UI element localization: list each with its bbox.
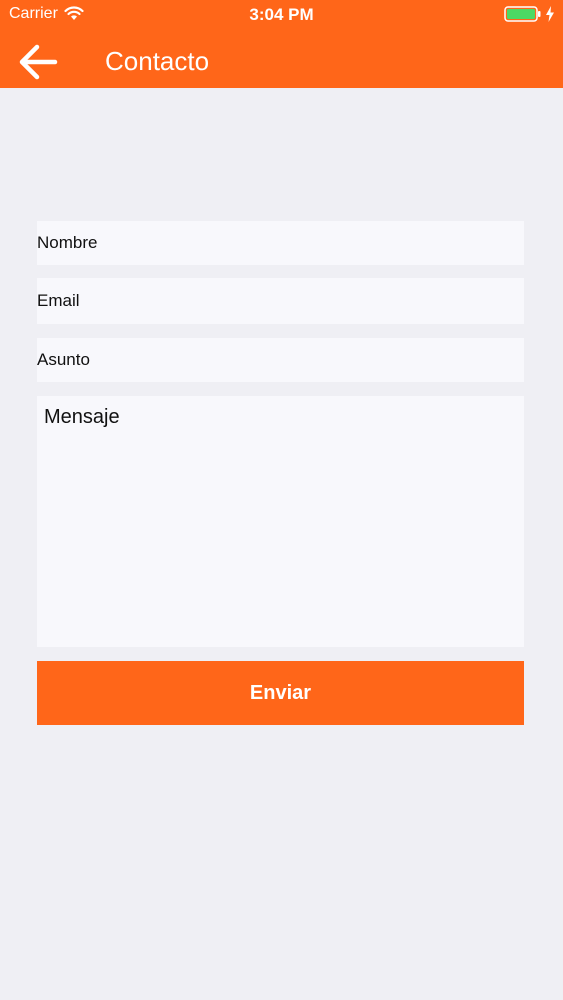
page-title: Contacto xyxy=(105,46,210,76)
email-input[interactable] xyxy=(37,278,524,324)
battery-icon xyxy=(504,6,542,22)
navigation-bar: Contacto xyxy=(0,34,563,88)
status-time: 3:04 PM xyxy=(249,5,314,24)
contact-form: Enviar xyxy=(37,221,524,725)
status-bar: Carrier 3:04 PM xyxy=(0,0,563,30)
battery-indicator xyxy=(504,6,555,22)
asunto-input[interactable] xyxy=(37,338,524,382)
nombre-input[interactable] xyxy=(37,221,524,265)
back-button[interactable] xyxy=(16,42,60,82)
bolt-icon xyxy=(545,6,555,22)
app-header: Carrier 3:04 PM Contacto xyxy=(0,0,563,88)
submit-button[interactable]: Enviar xyxy=(37,661,524,725)
mensaje-textarea[interactable] xyxy=(37,396,524,647)
arrow-left-icon xyxy=(19,44,58,80)
